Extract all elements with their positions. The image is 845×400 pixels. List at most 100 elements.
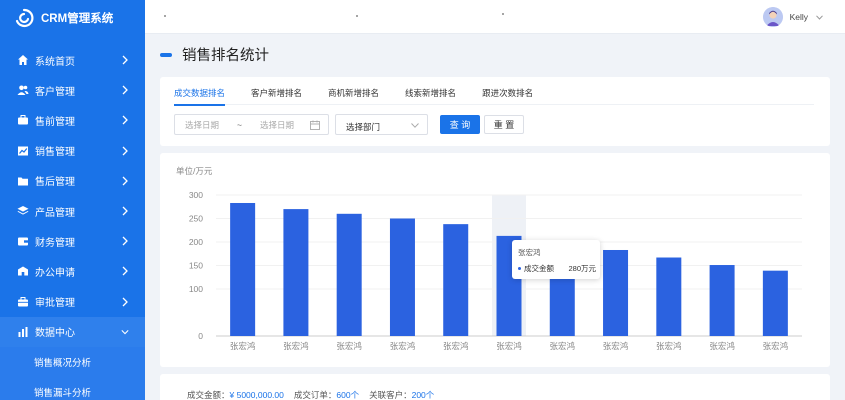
wallet-icon	[18, 237, 28, 246]
bar	[443, 224, 469, 336]
start-date-input[interactable]: 选择日期	[185, 119, 219, 131]
topbar: Kelly	[145, 0, 845, 34]
bar	[709, 265, 735, 336]
toolbox-icon	[18, 296, 28, 307]
search-button[interactable]: 查 询	[440, 115, 480, 134]
amount-value: ¥ 5000,000.00	[229, 390, 284, 400]
username: Kelly	[789, 12, 808, 22]
end-date-input[interactable]: 选择日期	[260, 119, 294, 131]
bar	[603, 249, 629, 336]
x-tick-label: 张宏鸿	[390, 341, 416, 351]
sidebar-subitem[interactable]: 销售漏斗分析	[0, 376, 145, 400]
chevron-right-icon	[122, 206, 128, 216]
sidebar-item[interactable]: 销售管理	[0, 136, 145, 166]
sidebar-item[interactable]: 数据中心	[0, 316, 145, 347]
bar	[336, 213, 362, 336]
chevron-down-icon	[411, 123, 419, 128]
tab[interactable]: 线索新增排名	[405, 77, 456, 105]
bar-chart-icon	[18, 326, 28, 337]
x-tick-label: 张宏鸿	[336, 341, 362, 351]
sidebar-item-label: 客户管理	[35, 86, 75, 98]
summary-row: 成交金额：¥ 5000,000.00 成交订单：600个 关联客户：200个	[187, 389, 444, 400]
y-tick-label: 250	[189, 214, 203, 224]
tab[interactable]: 跟进次数排名	[482, 77, 533, 105]
y-tick-label: 150	[189, 261, 203, 271]
sidebar-item-label: 产品管理	[35, 207, 75, 219]
avatar	[762, 7, 783, 27]
sidebar-item[interactable]: 审批管理	[0, 287, 145, 317]
chevron-right-icon	[122, 236, 128, 246]
summary-card: 成交金额：¥ 5000,000.00 成交订单：600个 关联客户：200个	[160, 374, 830, 400]
sidebar: CRM管理系统 系统首页客户管理售前管理销售管理售后管理产品管理财务管理办公申请…	[0, 0, 145, 400]
avatar-icon	[762, 7, 783, 27]
chevron-right-icon	[122, 146, 128, 156]
folder-icon	[18, 177, 28, 186]
title-accent	[160, 52, 172, 57]
tab[interactable]: 客户新增排名	[251, 77, 302, 105]
x-tick-label: 张宏鸿	[709, 341, 735, 351]
series-dot	[518, 267, 521, 270]
brand: CRM管理系统	[0, 0, 145, 36]
sales-ranking-chart: 单位/万元0100150200250300张宏鸿 张宏鸿 张宏鸿 张宏鸿 张宏鸿 张宏鸿张…	[176, 166, 802, 351]
sidebar-item[interactable]: 客户管理	[0, 75, 145, 105]
bar	[283, 209, 309, 336]
sidebar-item-label: 售后管理	[35, 177, 75, 189]
sidebar-item-label: 售前管理	[35, 116, 75, 128]
summary-orders: 成交订单：600个	[294, 389, 359, 400]
x-tick-label: 张宏鸿	[230, 341, 256, 351]
page-title-text: 销售排名统计	[182, 48, 269, 64]
chevron-right-icon	[122, 55, 128, 65]
reset-button[interactable]: 重 置	[484, 115, 524, 134]
sidebar-item-label: 销售管理	[35, 147, 75, 159]
x-tick-label: 张宏鸿	[443, 341, 469, 351]
sidebar-item-label: 系统首页	[35, 56, 75, 68]
chart-tooltip: 张宏鸿 成交金额 280万元	[512, 240, 600, 279]
summary-customers: 关联客户：200个	[369, 389, 434, 400]
orders-label: 成交订单：	[293, 390, 337, 400]
x-tick-label: 张宏鸿	[603, 341, 629, 351]
tooltip-series-label: 成交金额	[524, 264, 554, 273]
app-title: CRM管理系统	[41, 13, 114, 25]
briefcase-icon	[18, 115, 28, 125]
sidebar-nav: 系统首页客户管理售前管理销售管理售后管理产品管理财务管理办公申请审批管理数据中心…	[0, 45, 145, 400]
chevron-right-icon	[122, 116, 128, 125]
sales-ranking-chart-card: 单位/万元 0 100 150 200 250 300 张宏鸿 张宏鸿 张宏鸿 张宏鸿 张宏鸿 张宏鸿张…	[160, 153, 830, 367]
date-range-picker[interactable]: 选择日期 ~ 选择日期	[174, 114, 329, 135]
tab[interactable]: 成交数据排名	[174, 77, 226, 106]
filter-card: 成交数据排名 客户新增排名 商机新增排名 线索新增排名 跟进次数排名 选择日期 ~ 选择…	[160, 77, 830, 146]
sidebar-subitem[interactable]: 销售概况分析	[0, 346, 145, 377]
sidebar-item[interactable]: 售前管理	[0, 105, 145, 135]
customers-value: 200个	[411, 390, 435, 400]
home-icon	[18, 55, 28, 66]
tooltip-row: 成交金额 280万元	[518, 263, 596, 274]
y-tick-label: 100	[189, 284, 203, 294]
x-tick-label: 张宏鸿	[496, 341, 522, 351]
sidebar-item[interactable]: 系统首页	[0, 45, 145, 75]
sidebar-item[interactable]: 财务管理	[0, 226, 145, 256]
orders-value: 600个	[336, 390, 360, 400]
y-tick-label: 0	[198, 331, 203, 341]
user-menu[interactable]: Kelly	[762, 7, 823, 27]
x-tick-label: 张宏鸿	[763, 341, 789, 351]
sidebar-item[interactable]: 售后管理	[0, 166, 145, 196]
dot-marker	[502, 13, 504, 15]
trend-chart-icon	[18, 146, 28, 156]
x-tick-label: 张宏鸿	[283, 341, 309, 351]
tab[interactable]: 商机新增排名	[328, 77, 379, 105]
y-tick-label: 200	[189, 237, 203, 247]
sidebar-item-label: 审批管理	[35, 298, 75, 310]
dot-marker	[164, 15, 166, 17]
layers-icon	[17, 206, 29, 215]
sidebar-item-label: 办公申请	[35, 267, 75, 279]
sidebar-item[interactable]: 产品管理	[0, 196, 145, 226]
sidebar-item[interactable]: 办公申请	[0, 256, 145, 286]
summary-amount: 成交金额：¥ 5000,000.00	[187, 389, 284, 400]
amount-label: 成交金额：	[187, 390, 230, 400]
tooltip-value: 280万元	[568, 264, 596, 273]
bar	[389, 218, 415, 336]
department-select[interactable]: 选择部门	[335, 114, 428, 135]
dot-marker	[356, 15, 358, 17]
chart-unit-label: 单位/万元	[176, 166, 213, 176]
bar	[762, 270, 788, 336]
logo-icon	[15, 8, 34, 28]
